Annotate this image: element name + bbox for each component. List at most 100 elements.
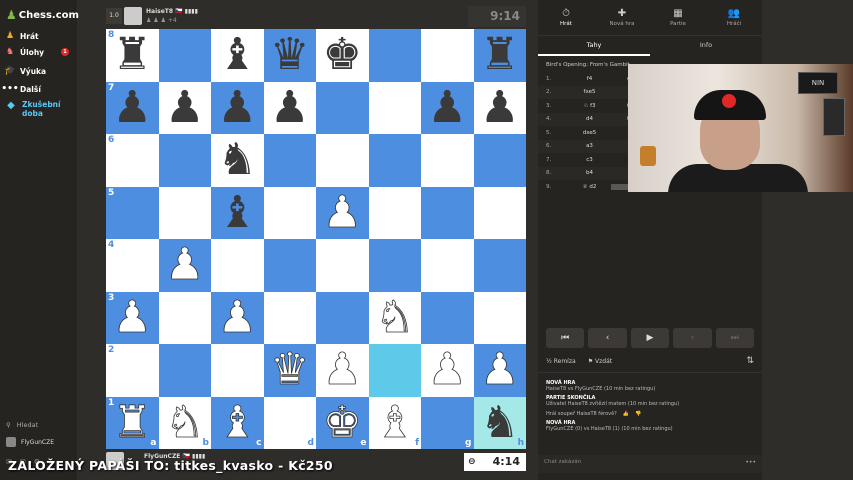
board-square-a5[interactable]: 5 [106,186,159,239]
board-square-h2[interactable]: ♟ [473,344,526,397]
board-square-h4[interactable] [473,239,526,292]
first-move-button[interactable]: ⏮ [546,328,585,348]
board-square-g1[interactable]: g [421,396,474,449]
white-piece[interactable]: ♝ [217,400,257,445]
more-icon[interactable]: ••• [745,459,756,466]
board-square-c1[interactable]: c ♝ [211,396,264,449]
flip-board-icon[interactable]: ⇅ [746,356,754,366]
board-square-c2[interactable] [211,344,264,397]
tab-players[interactable]: 👥 Hráči [706,0,762,35]
black-piece[interactable]: ♟ [428,85,467,130]
board-square-f6[interactable] [368,134,421,187]
board-square-b4[interactable]: ♟ [158,239,211,292]
board-square-g5[interactable] [421,186,474,239]
thumbs-down-icon[interactable]: 👎 [635,411,641,417]
sidebar-item-premium[interactable]: ◆ Zkušební doba [0,100,77,118]
resign-button[interactable]: ⚑ Vzdát [588,358,612,365]
white-piece[interactable]: ♟ [217,295,257,340]
next-move-button[interactable]: › [673,328,712,348]
black-piece[interactable]: ♞ [218,138,257,182]
tab-play[interactable]: ⏱ Hrát [538,0,594,35]
white-move[interactable]: fxe5 [566,89,611,95]
board-square-g4[interactable] [421,239,474,292]
black-piece[interactable]: ♟ [218,85,257,130]
sidebar-item-more[interactable]: ••• Další [0,81,77,97]
black-piece[interactable]: ♝ [218,33,257,77]
sidebar-item-learn[interactable]: 🎓 Výuka [0,63,77,79]
player-name[interactable]: HaiseT8 🇨🇿 ▮▮▮▮ [146,8,198,15]
tab-new-game[interactable]: ✚ Nová hra [594,0,650,35]
black-piece[interactable]: ♜ [480,33,519,77]
thumbs-up-icon[interactable]: 👍 [623,411,629,417]
board-square-d7[interactable]: ♟ [263,81,316,134]
white-piece[interactable]: ♚ [322,400,362,445]
white-piece[interactable]: ♟ [427,347,467,392]
white-move[interactable]: dxe5 [566,130,611,136]
white-piece[interactable]: ♟ [322,190,362,235]
white-piece[interactable]: ♞ [165,400,205,445]
board-square-h3[interactable] [473,291,526,344]
search-link[interactable]: ⚲ Hledat [6,421,38,429]
board-square-d8[interactable]: ♛ [263,29,316,82]
last-move-button[interactable]: ⏭ [715,328,755,348]
board-square-e5[interactable]: ♟ [316,186,369,239]
black-piece[interactable]: ♟ [270,85,309,130]
board-square-g7[interactable]: ♟ [421,81,474,134]
board-square-h7[interactable]: ♟ [473,81,526,134]
chess-logo[interactable]: ♟ Chess.com [6,8,79,22]
play-button[interactable]: ▶ [630,328,670,348]
white-piece[interactable]: ♟ [112,295,152,340]
board-square-g2[interactable]: ♟ [421,344,474,397]
sidebar-item-play[interactable]: ♟ Hrát [0,28,77,44]
board-square-d3[interactable] [263,291,316,344]
black-piece[interactable]: ♞ [480,400,519,445]
board-square-a8[interactable]: 8 ♜ [106,29,159,82]
white-move[interactable]: ♕ d2 [566,184,611,190]
sidebar-item-puzzles[interactable]: ♞ Úlohy 1 [0,44,77,60]
white-piece[interactable]: ♞ [375,295,415,340]
board-square-f7[interactable] [368,81,421,134]
white-piece[interactable]: ♜ [112,400,152,445]
board-square-b2[interactable] [158,344,211,397]
black-piece[interactable]: ♟ [113,85,152,130]
chat-input[interactable]: Chat zakázán ••• [538,455,762,473]
board-square-e4[interactable] [316,239,369,292]
board-square-f3[interactable]: ♞ [368,291,421,344]
black-piece[interactable]: ♜ [113,33,152,77]
board-square-h8[interactable]: ♜ [473,29,526,82]
board-square-a1[interactable]: 1 a ♜ [106,396,159,449]
board-square-c6[interactable]: ♞ [211,134,264,187]
draw-button[interactable]: ½ Remíza [546,358,576,365]
board-square-d1[interactable]: d [263,396,316,449]
black-piece[interactable]: ♚ [323,33,362,77]
board-square-d6[interactable] [263,134,316,187]
board-square-h6[interactable] [473,134,526,187]
white-piece[interactable]: ♝ [375,400,415,445]
board-square-e3[interactable] [316,291,369,344]
white-move[interactable]: b4 [566,170,611,176]
white-piece[interactable]: ♟ [322,347,362,392]
board-square-e2[interactable]: ♟ [316,344,369,397]
board-square-d2[interactable]: ♛ [263,344,316,397]
board-square-b8[interactable] [158,29,211,82]
board-square-g6[interactable] [421,134,474,187]
white-piece[interactable]: ♟ [165,242,205,287]
black-piece[interactable]: ♛ [270,33,309,77]
board-square-a4[interactable]: 4 [106,239,159,292]
board-square-b5[interactable] [158,186,211,239]
board-square-a7[interactable]: 7 ♟ [106,81,159,134]
board-square-b1[interactable]: b ♞ [158,396,211,449]
tab-games[interactable]: ▦ Partie [650,0,706,35]
board-square-f1[interactable]: f ♝ [368,396,421,449]
board-square-c8[interactable]: ♝ [211,29,264,82]
board-square-c7[interactable]: ♟ [211,81,264,134]
white-move[interactable]: f4 [566,76,611,82]
white-piece[interactable]: ♛ [270,347,310,392]
board-square-f2[interactable] [368,344,421,397]
white-move[interactable]: a3 [566,143,611,149]
board-square-e1[interactable]: e ♚ [316,396,369,449]
chess-board[interactable]: 8 ♜ ♝ ♛ ♚ ♜ 7 ♟ ♟ ♟ ♟ ♟ ♟ 6 ♞ 5 ♝ ♟ 4 ♟ 3 ♟ ♟ ♞ 2 ♛ ♟ ♟ ♟ 1 a ♜ b ♞ c ♝ d e ♚ f… [106,29,526,449]
white-move[interactable]: c3 [566,157,611,163]
board-square-e6[interactable] [316,134,369,187]
board-square-e7[interactable] [316,81,369,134]
